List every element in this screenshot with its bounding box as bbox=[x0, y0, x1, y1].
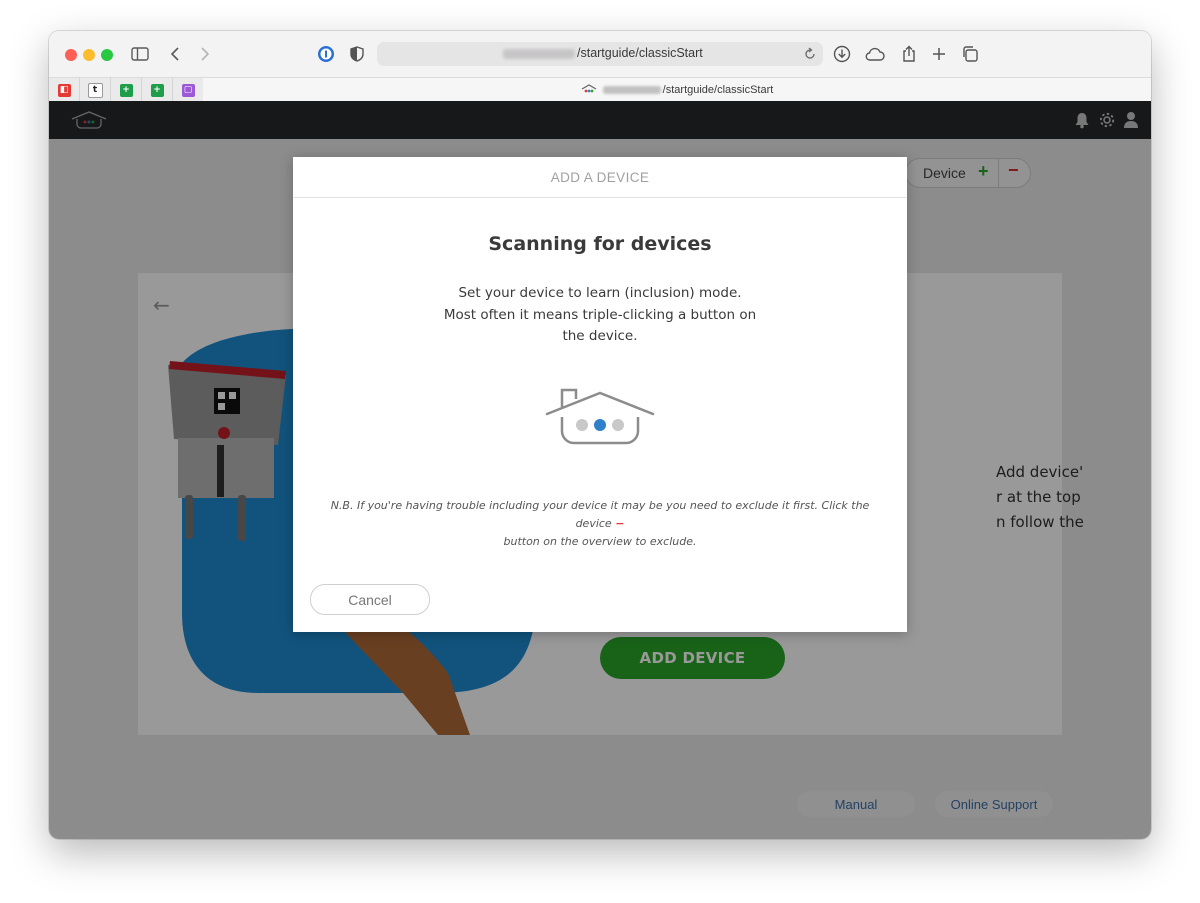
shield-icon[interactable] bbox=[346, 43, 368, 65]
green-sheet-icon: + bbox=[119, 83, 133, 97]
new-tab-icon[interactable] bbox=[928, 43, 950, 65]
pinned-tab[interactable]: ▢ bbox=[173, 78, 204, 102]
sidebar-toggle-icon[interactable] bbox=[129, 43, 151, 65]
forward-icon[interactable] bbox=[194, 43, 216, 65]
t-app-icon: t bbox=[87, 82, 103, 98]
description-line: the device. bbox=[562, 328, 638, 344]
browser-window: /startguide/classicStart ◧ t + + ▢ /star… bbox=[49, 31, 1151, 839]
url-text: /startguide/classicStart bbox=[577, 46, 703, 60]
green-sheet-icon: + bbox=[150, 83, 164, 97]
red-app-icon: ◧ bbox=[57, 83, 71, 97]
description-line: Most often it means triple-clicking a bu… bbox=[443, 306, 757, 323]
page-content: Device + − Add device' r at the top n fo… bbox=[49, 101, 1151, 839]
tab-title: /startguide/classicStart bbox=[662, 84, 774, 96]
url-redacted bbox=[503, 49, 575, 59]
cancel-button[interactable]: Cancel bbox=[310, 584, 430, 615]
back-icon[interactable] bbox=[164, 43, 186, 65]
pinned-tab[interactable]: t bbox=[80, 78, 111, 102]
tab-overview-icon[interactable] bbox=[959, 43, 981, 65]
close-window-button[interactable] bbox=[65, 49, 77, 61]
modal-header: ADD A DEVICE bbox=[293, 157, 907, 198]
pinned-tab[interactable]: + bbox=[111, 78, 142, 102]
tab-bar: ◧ t + + ▢ /startguide/classicStart bbox=[49, 77, 1151, 102]
note-minus-icon: − bbox=[615, 517, 625, 530]
house-favicon-icon bbox=[581, 83, 597, 97]
pinned-tab[interactable]: ◧ bbox=[49, 78, 80, 102]
scanning-house-icon bbox=[545, 387, 655, 453]
browser-toolbar: /startguide/classicStart bbox=[49, 31, 1151, 77]
add-device-modal: ADD A DEVICE Scanning for devices Set yo… bbox=[293, 157, 907, 632]
zoom-window-button[interactable] bbox=[101, 49, 113, 61]
modal-description: Set your device to learn (inclusion) mod… bbox=[435, 283, 765, 348]
downloads-icon[interactable] bbox=[831, 43, 853, 65]
tab-title-redacted bbox=[602, 86, 661, 94]
note-text: N.B. If you're having trouble including … bbox=[330, 499, 870, 530]
pinned-tab[interactable]: + bbox=[142, 78, 173, 102]
address-bar[interactable]: /startguide/classicStart bbox=[377, 42, 823, 66]
modal-title: Scanning for devices bbox=[488, 233, 712, 255]
purple-app-icon: ▢ bbox=[181, 83, 195, 97]
description-line: Set your device to learn (inclusion) mod… bbox=[458, 285, 742, 301]
minimize-window-button[interactable] bbox=[83, 49, 95, 61]
cloud-icon[interactable] bbox=[864, 43, 886, 65]
share-icon[interactable] bbox=[898, 43, 920, 65]
tab-active[interactable]: /startguide/classicStart bbox=[203, 78, 1151, 102]
note-text: button on the overview to exclude. bbox=[503, 535, 697, 548]
reload-icon[interactable] bbox=[803, 46, 817, 65]
password-manager-icon[interactable] bbox=[315, 43, 337, 65]
modal-note: N.B. If you're having trouble including … bbox=[315, 497, 885, 551]
